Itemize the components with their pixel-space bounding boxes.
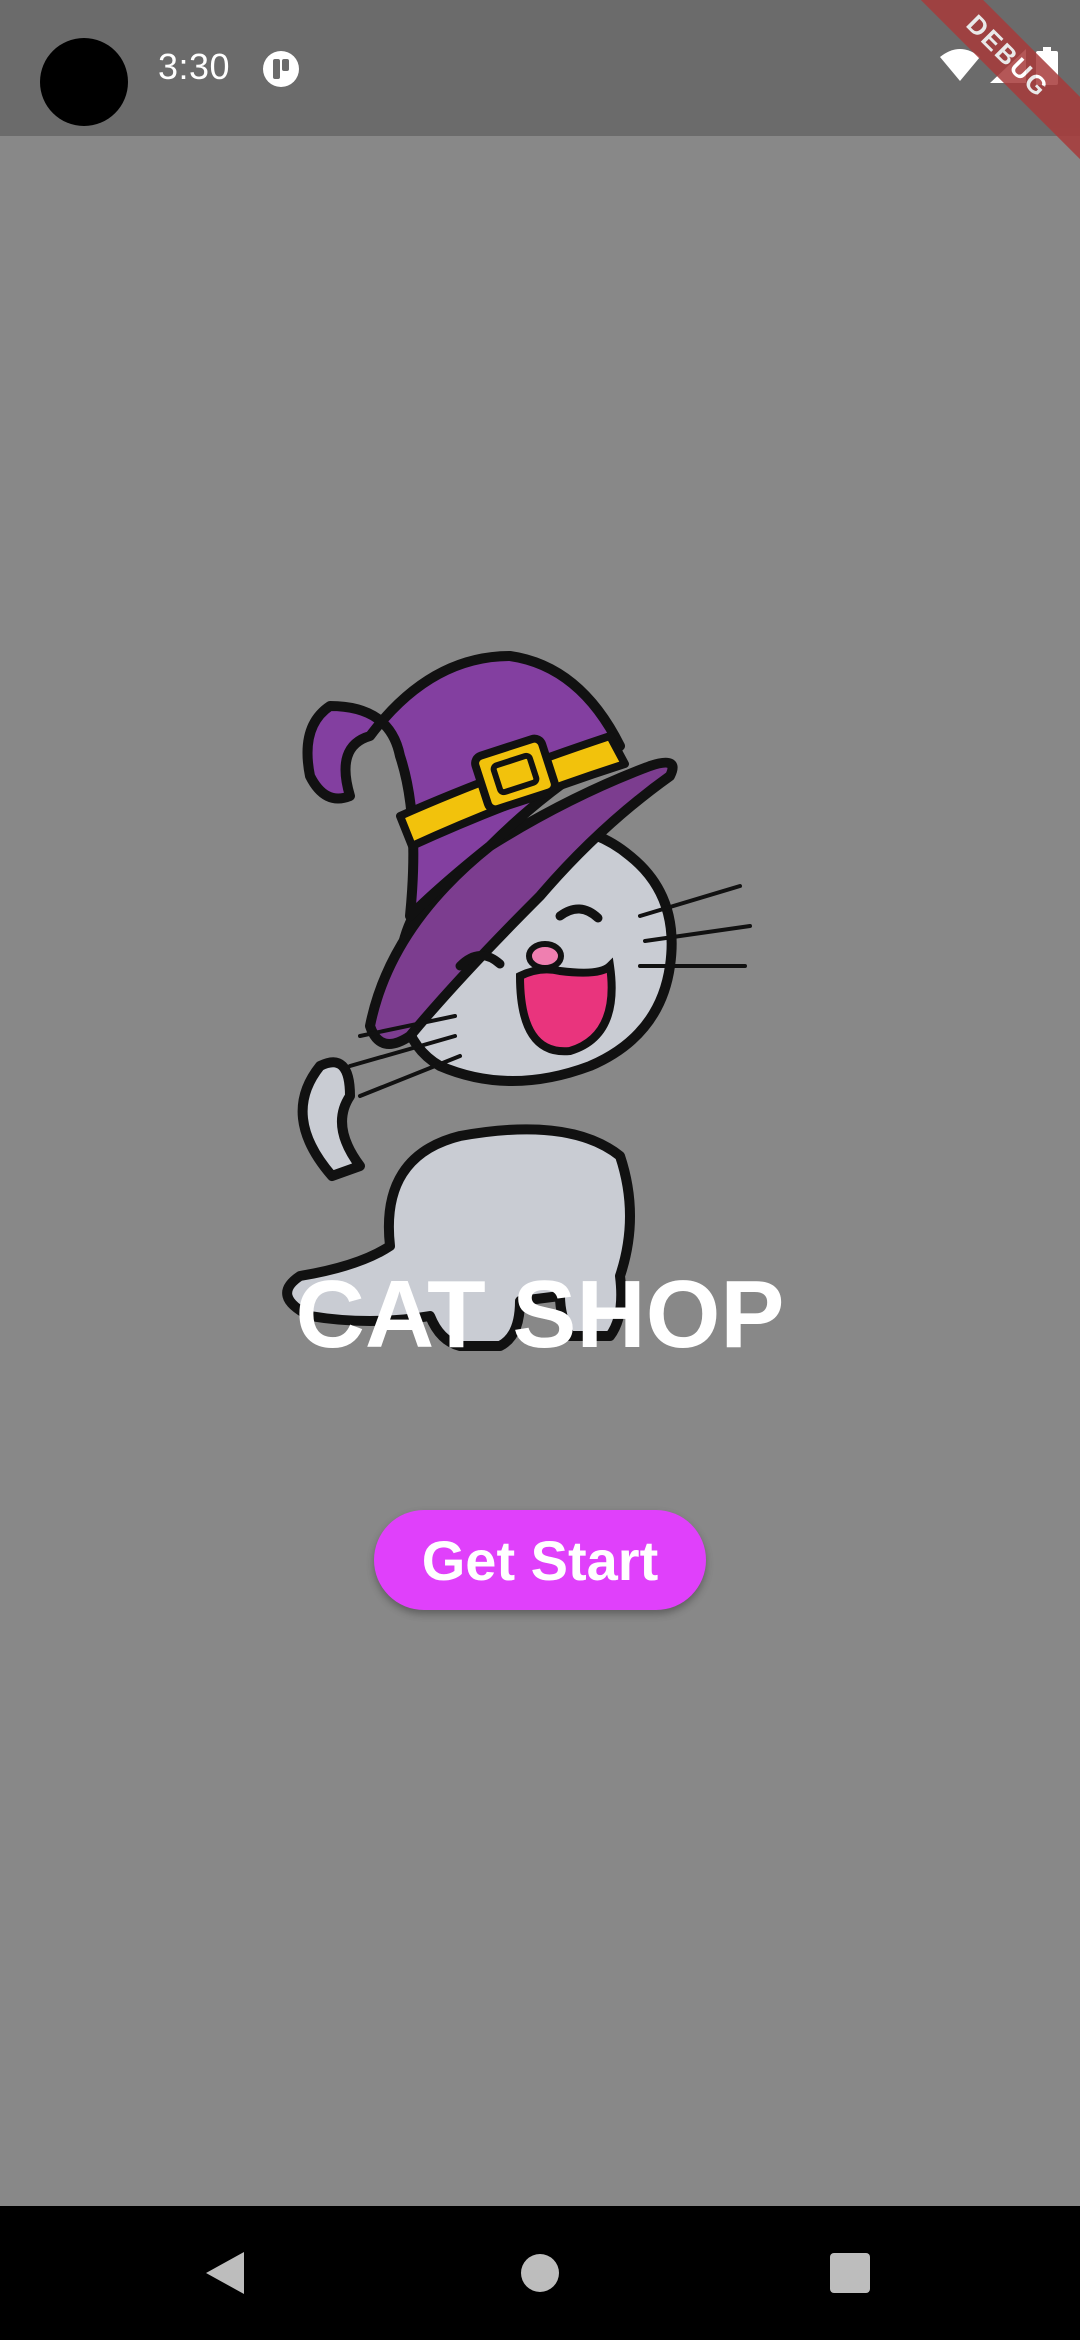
home-icon	[521, 2254, 559, 2292]
get-start-button[interactable]: Get Start	[374, 1510, 706, 1610]
navigation-bar	[0, 2206, 1080, 2340]
app-title: CAT SHOP	[295, 1261, 785, 1368]
back-icon	[206, 2252, 244, 2294]
home-button[interactable]	[505, 2206, 575, 2340]
status-bar: 3:30 DEBUG	[0, 0, 1080, 178]
recents-icon	[830, 2253, 870, 2293]
status-time: 3:30	[158, 46, 231, 87]
splash-screen: CAT SHOP Get Start	[0, 136, 1080, 2206]
camera-cutout	[40, 38, 128, 126]
back-button[interactable]	[190, 2206, 260, 2340]
notification-app-icon	[263, 51, 299, 87]
recents-button[interactable]	[815, 2206, 885, 2340]
